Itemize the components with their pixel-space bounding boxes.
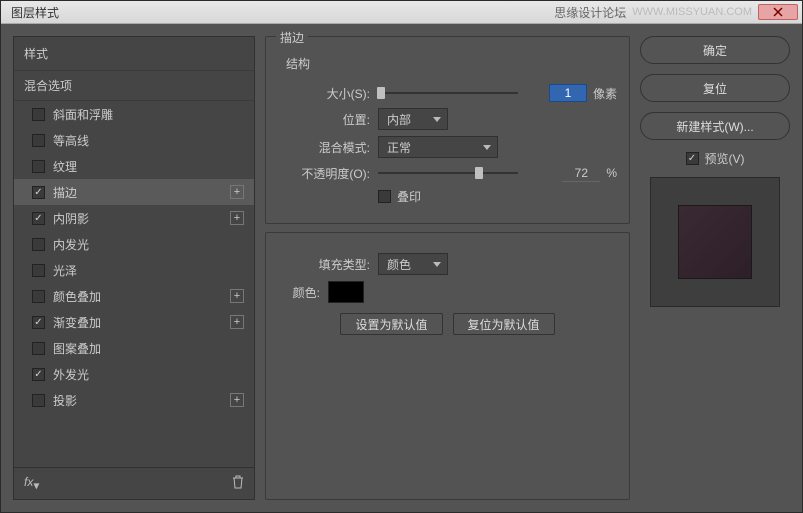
style-item-label: 渐变叠加 (53, 314, 230, 331)
layer-style-dialog: 图层样式 思缘设计论坛 WWW.MISSYUAN.COM 样式 混合选项 斜面和… (0, 0, 803, 513)
style-item[interactable]: 渐变叠加+ (14, 309, 254, 335)
checkbox-icon[interactable] (32, 342, 45, 355)
set-default-button[interactable]: 设置为默认值 (340, 313, 442, 335)
checkbox-icon[interactable] (32, 134, 45, 147)
checkbox-icon[interactable] (32, 264, 45, 277)
style-item-label: 内阴影 (53, 210, 230, 227)
filltype-label: 填充类型: (278, 256, 378, 273)
opacity-unit: % (606, 166, 617, 180)
opacity-label: 不透明度(O): (278, 165, 378, 182)
style-item-label: 等高线 (53, 132, 246, 149)
opacity-row: 不透明度(O): % (278, 164, 617, 182)
style-list: 斜面和浮雕等高线纹理描边+内阴影+内发光光泽颜色叠加+渐变叠加+图案叠加外发光投… (14, 101, 254, 467)
dialog-content: 样式 混合选项 斜面和浮雕等高线纹理描边+内阴影+内发光光泽颜色叠加+渐变叠加+… (1, 24, 802, 512)
close-icon (773, 7, 783, 17)
close-button[interactable] (758, 4, 798, 20)
checkbox-icon[interactable] (32, 108, 45, 121)
style-item-label: 描边 (53, 184, 230, 201)
style-item-label: 斜面和浮雕 (53, 106, 246, 123)
checkbox-icon[interactable] (32, 394, 45, 407)
settings-panel: 描边 结构 大小(S): 像素 位置: (265, 36, 630, 500)
opacity-slider[interactable] (378, 166, 556, 180)
checkbox-icon[interactable] (32, 290, 45, 303)
plus-icon[interactable]: + (230, 393, 244, 407)
checkbox-icon[interactable] (32, 316, 45, 329)
style-item[interactable]: 描边+ (14, 179, 254, 205)
titlebar-right: 思缘设计论坛 WWW.MISSYUAN.COM (554, 4, 798, 21)
blendmode-row: 混合模式: 正常 (278, 136, 617, 158)
style-item[interactable]: 投影+ (14, 387, 254, 413)
checkbox-icon[interactable] (32, 212, 45, 225)
size-row: 大小(S): 像素 (278, 84, 617, 102)
style-item[interactable]: 内发光 (14, 231, 254, 257)
reset-button[interactable]: 复位 (640, 74, 790, 102)
checkbox-icon (378, 190, 391, 203)
sidebar-footer: fx▾ (14, 467, 254, 499)
checkbox-icon[interactable] (32, 186, 45, 199)
watermark: WWW.MISSYUAN.COM (632, 6, 752, 18)
fill-group: 填充类型: 颜色 颜色: 设置为默认值 复位为默认值 (265, 232, 630, 500)
fx-menu[interactable]: fx▾ (24, 475, 39, 492)
color-row: 颜色: (278, 281, 617, 303)
default-buttons: 设置为默认值 复位为默认值 (278, 313, 617, 335)
position-label: 位置: (278, 111, 378, 128)
blending-options[interactable]: 混合选项 (14, 71, 254, 101)
size-unit: 像素 (593, 85, 617, 102)
filltype-select[interactable]: 颜色 (378, 253, 448, 275)
plus-icon[interactable]: + (230, 315, 244, 329)
window-title: 图层样式 (5, 4, 59, 21)
checkbox-icon[interactable] (32, 238, 45, 251)
overprint-checkbox[interactable]: 叠印 (378, 188, 421, 205)
style-item-label: 图案叠加 (53, 340, 246, 357)
plus-icon[interactable]: + (230, 289, 244, 303)
blendmode-select[interactable]: 正常 (378, 136, 498, 158)
panel-title: 描边 (276, 29, 308, 46)
style-item[interactable]: 等高线 (14, 127, 254, 153)
overprint-row: 叠印 (278, 188, 617, 205)
style-item[interactable]: 斜面和浮雕 (14, 101, 254, 127)
new-style-button[interactable]: 新建样式(W)... (640, 112, 790, 140)
preview-swatch (678, 205, 752, 279)
size-slider[interactable] (378, 86, 543, 100)
trash-icon[interactable] (232, 475, 244, 492)
position-row: 位置: 内部 (278, 108, 617, 130)
style-item-label: 颜色叠加 (53, 288, 230, 305)
preview-box (650, 177, 780, 307)
opacity-input[interactable] (562, 164, 600, 182)
size-label: 大小(S): (278, 85, 378, 102)
plus-icon[interactable]: + (230, 211, 244, 225)
style-item-label: 光泽 (53, 262, 246, 279)
style-item-label: 内发光 (53, 236, 246, 253)
color-label: 颜色: (278, 284, 328, 301)
structure-title: 结构 (278, 55, 617, 78)
blendmode-label: 混合模式: (278, 139, 378, 156)
styles-sidebar: 样式 混合选项 斜面和浮雕等高线纹理描边+内阴影+内发光光泽颜色叠加+渐变叠加+… (13, 36, 255, 500)
style-item[interactable]: 外发光 (14, 361, 254, 387)
style-item-label: 纹理 (53, 158, 246, 175)
style-item[interactable]: 光泽 (14, 257, 254, 283)
color-swatch[interactable] (328, 281, 364, 303)
checkbox-icon[interactable] (32, 368, 45, 381)
stroke-group: 描边 结构 大小(S): 像素 位置: (265, 36, 630, 224)
structure-group: 结构 大小(S): 像素 位置: (278, 51, 617, 205)
filltype-row: 填充类型: 颜色 (278, 253, 617, 275)
style-item[interactable]: 内阴影+ (14, 205, 254, 231)
ok-button[interactable]: 确定 (640, 36, 790, 64)
sidebar-header: 样式 (14, 37, 254, 71)
checkbox-icon[interactable] (32, 160, 45, 173)
size-input[interactable] (549, 84, 587, 102)
checkbox-icon (686, 152, 699, 165)
style-item[interactable]: 纹理 (14, 153, 254, 179)
action-panel: 确定 复位 新建样式(W)... 预览(V) (640, 36, 790, 500)
forum-label: 思缘设计论坛 (554, 4, 626, 21)
position-select[interactable]: 内部 (378, 108, 448, 130)
titlebar: 图层样式 思缘设计论坛 WWW.MISSYUAN.COM (1, 1, 802, 24)
preview-checkbox[interactable]: 预览(V) (640, 150, 790, 167)
reset-default-button[interactable]: 复位为默认值 (453, 313, 555, 335)
style-item[interactable]: 颜色叠加+ (14, 283, 254, 309)
style-item-label: 投影 (53, 392, 230, 409)
style-item-label: 外发光 (53, 366, 246, 383)
plus-icon[interactable]: + (230, 185, 244, 199)
style-item[interactable]: 图案叠加 (14, 335, 254, 361)
